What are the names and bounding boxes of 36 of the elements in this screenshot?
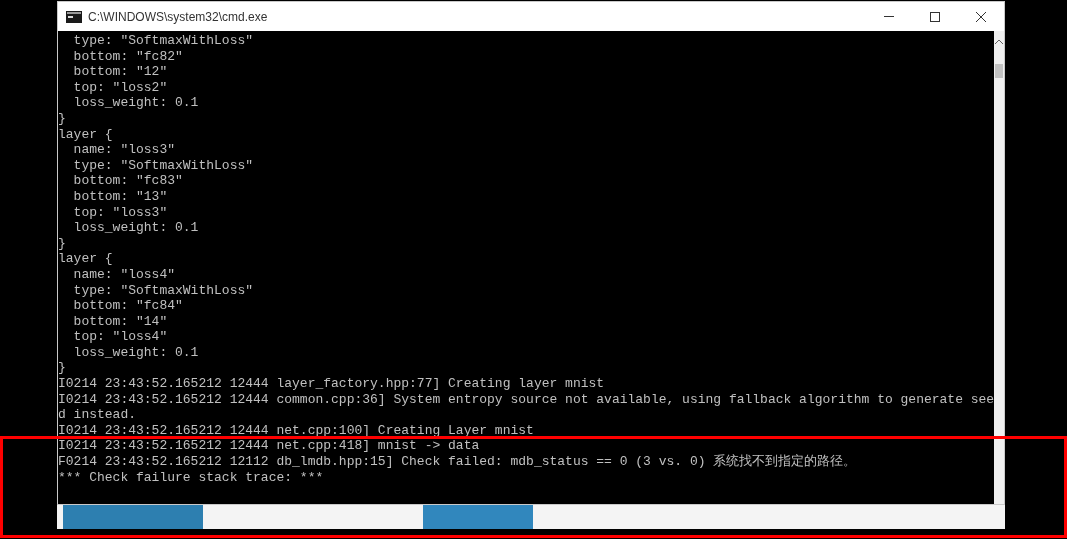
console-line: layer { — [58, 251, 113, 267]
console-line: I0214 23:43:52.165212 12444 common.cpp:36] System entropy source not available, using fallback algorithm to generate see — [58, 391, 995, 408]
console-line: type: "SoftmaxWithLoss" — [72, 157, 254, 174]
console-line: } — [58, 235, 66, 252]
scroll-up-icon — [995, 39, 1004, 44]
console-line: bottom: "fc83" — [72, 173, 183, 189]
console-line: top: "loss2" — [72, 79, 168, 96]
console-line: loss_weight: 0.1 — [72, 95, 199, 111]
console-line: } — [58, 360, 66, 377]
console-line: top: "loss3" — [72, 204, 168, 221]
console-line: *** Check failure stack trace: *** — [58, 469, 324, 486]
console-line: bottom: "14" — [72, 313, 168, 330]
console-line: I0214 23:43:52.165212 12444 layer_factory.hpp:77] Creating layer mnist — [58, 376, 605, 392]
console-line: loss_weight: 0.1 — [72, 220, 199, 236]
console-line: bottom: "12" — [72, 64, 168, 80]
scroll-thumb[interactable] — [995, 64, 1004, 78]
console-line: type: "SoftmaxWithLoss" — [72, 282, 254, 299]
console-line: type: "SoftmaxWithLoss" — [72, 33, 254, 49]
console-line: F0214 23:43:52.165212 12112 db_lmdb.hpp:15] Check failed: mdb_status == 0 (3 vs. 0) 系统找不到指定的路径。 — [58, 454, 857, 470]
console-line: layer { — [58, 126, 113, 143]
console-line: top: "loss4" — [72, 329, 168, 345]
minimize-icon — [884, 16, 894, 17]
console-line: I0214 23:43:52.165212 12444 net.cpp:418] mnist -> data — [58, 438, 480, 455]
console-line: I0214 23:43:52.165212 12444 net.cpp:100] Creating Layer mnist — [58, 422, 534, 439]
console-line: name: "loss3" — [72, 142, 176, 158]
console-line: bottom: "fc84" — [72, 298, 183, 314]
close-icon — [976, 11, 986, 22]
console-line: loss_weight: 0.1 — [72, 344, 199, 361]
window-title: C:\WINDOWS\system32\cmd.exe — [88, 8, 268, 26]
terminal-icon — [66, 10, 82, 23]
maximize-icon — [930, 11, 940, 22]
console-line: bottom: "13" — [72, 188, 168, 205]
console-line: name: "loss4" — [72, 266, 176, 283]
console-line: bottom: "fc82" — [72, 48, 183, 65]
console-line: } — [58, 110, 66, 127]
console-line: d instead. — [58, 407, 136, 423]
